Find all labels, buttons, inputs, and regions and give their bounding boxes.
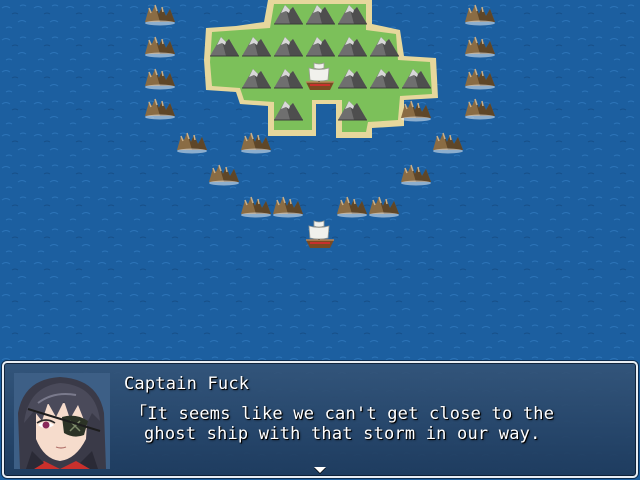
game-screen[interactable]: Captain Fuck 「It seems like we can't get… — [0, 0, 640, 480]
message-line-2: ghost ship with that storm in our way. — [144, 424, 541, 444]
message-window[interactable]: Captain Fuck 「It seems like we can't get… — [2, 361, 638, 478]
continue-arrow-icon[interactable] — [314, 467, 326, 473]
message-line-1: 「It seems like we can't get close to the — [130, 404, 555, 424]
character-portrait — [14, 373, 110, 469]
speaker-name: Captain Fuck — [124, 374, 250, 394]
